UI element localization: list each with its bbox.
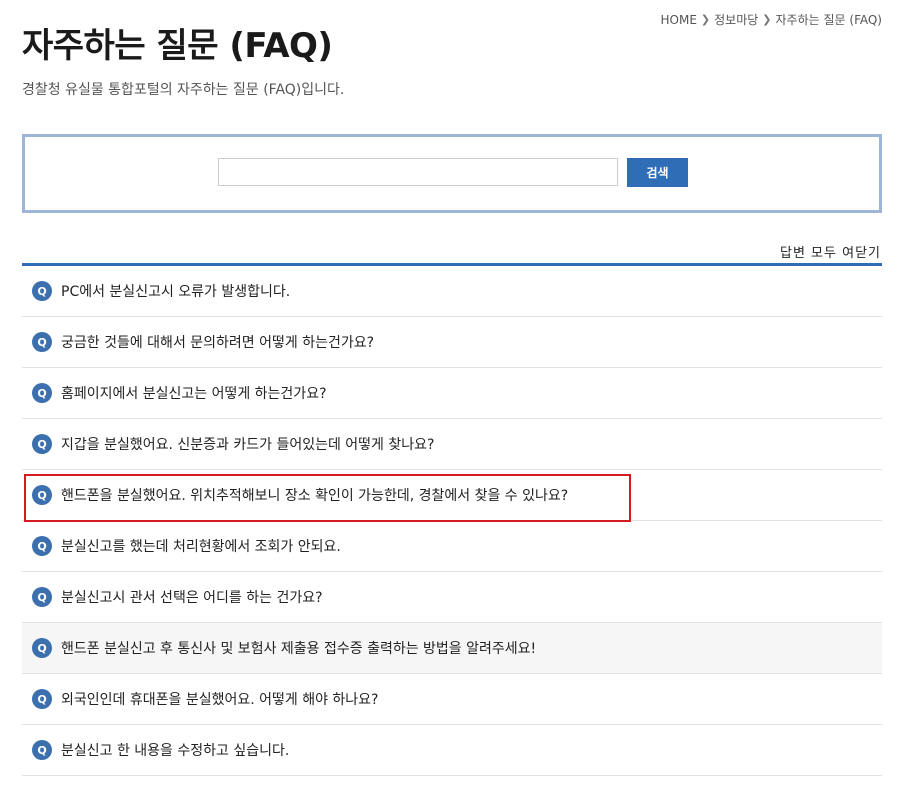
breadcrumb-home[interactable]: HOME xyxy=(661,13,697,27)
faq-question: 핸드폰 분실신고 후 통신사 및 보험사 제출용 접수증 출력하는 방법을 알려… xyxy=(61,641,537,657)
question-icon: Q xyxy=(32,332,52,352)
faq-item-highlighted[interactable]: Q 핸드폰을 분실했어요. 위치추적해보니 장소 확인이 가능한데, 경찰에서 … xyxy=(22,470,882,521)
faq-page: HOME ❯ 정보마당 ❯ 자주하는 질문 (FAQ) 자주하는 질문 (FAQ… xyxy=(0,0,905,802)
faq-item[interactable]: Q 궁금한 것들에 대해서 문의하려면 어떻게 하는건가요? xyxy=(22,317,882,368)
faq-question: 분실신고시 관서 선택은 어디를 하는 건가요? xyxy=(61,590,323,606)
search-panel: 검색 xyxy=(22,134,882,213)
faq-item[interactable]: Q 홈페이지에서 분실신고는 어떻게 하는건가요? xyxy=(22,368,882,419)
breadcrumb: HOME ❯ 정보마당 ❯ 자주하는 질문 (FAQ) xyxy=(661,11,883,28)
faq-list: Q PC에서 분실신고시 오류가 발생합니다. Q 궁금한 것들에 대해서 문의… xyxy=(22,263,882,776)
chevron-right-icon: ❯ xyxy=(762,13,772,26)
question-icon: Q xyxy=(32,536,52,556)
faq-question: 분실신고를 했는데 처리현황에서 조회가 안되요. xyxy=(61,539,341,555)
faq-item[interactable]: Q PC에서 분실신고시 오류가 발생합니다. xyxy=(22,266,882,317)
faq-item-hovered[interactable]: Q 핸드폰 분실신고 후 통신사 및 보험사 제출용 접수증 출력하는 방법을 … xyxy=(22,623,882,674)
question-icon: Q xyxy=(32,281,52,301)
question-icon: Q xyxy=(32,434,52,454)
page-description: 경찰청 유실물 통합포털의 자주하는 질문 (FAQ)입니다. xyxy=(22,82,345,98)
faq-question: 외국인인데 휴대폰을 분실했어요. 어떻게 해야 하나요? xyxy=(61,692,379,708)
faq-question: 궁금한 것들에 대해서 문의하려면 어떻게 하는건가요? xyxy=(61,335,375,351)
page-title: 자주하는 질문 (FAQ) xyxy=(22,26,333,66)
faq-question: PC에서 분실신고시 오류가 발생합니다. xyxy=(61,284,291,300)
faq-item[interactable]: Q 분실신고시 관서 선택은 어디를 하는 건가요? xyxy=(22,572,882,623)
faq-item[interactable]: Q 지갑을 분실했어요. 신분증과 카드가 들어있는데 어떻게 찾나요? xyxy=(22,419,882,470)
faq-item[interactable]: Q 외국인인데 휴대폰을 분실했어요. 어떻게 해야 하나요? xyxy=(22,674,882,725)
breadcrumb-current: 자주하는 질문 (FAQ) xyxy=(775,13,882,27)
faq-item[interactable]: Q 분실신고 한 내용을 수정하고 싶습니다. xyxy=(22,725,882,776)
question-icon: Q xyxy=(32,383,52,403)
question-icon: Q xyxy=(32,485,52,505)
question-icon: Q xyxy=(32,740,52,760)
faq-item[interactable]: Q 분실신고를 했는데 처리현황에서 조회가 안되요. xyxy=(22,521,882,572)
search-input[interactable] xyxy=(218,158,618,186)
toggle-all-answers-link[interactable]: 답변 모두 여닫기 xyxy=(780,242,881,261)
faq-question: 지갑을 분실했어요. 신분증과 카드가 들어있는데 어떻게 찾나요? xyxy=(61,437,435,453)
search-button[interactable]: 검색 xyxy=(627,158,688,187)
faq-question: 분실신고 한 내용을 수정하고 싶습니다. xyxy=(61,743,290,759)
faq-question: 핸드폰을 분실했어요. 위치추적해보니 장소 확인이 가능한데, 경찰에서 찾을… xyxy=(61,488,569,504)
question-icon: Q xyxy=(32,638,52,658)
question-icon: Q xyxy=(32,587,52,607)
question-icon: Q xyxy=(32,689,52,709)
faq-question: 홈페이지에서 분실신고는 어떻게 하는건가요? xyxy=(61,386,327,402)
chevron-right-icon: ❯ xyxy=(700,13,711,26)
breadcrumb-info[interactable]: 정보마당 xyxy=(714,11,758,28)
